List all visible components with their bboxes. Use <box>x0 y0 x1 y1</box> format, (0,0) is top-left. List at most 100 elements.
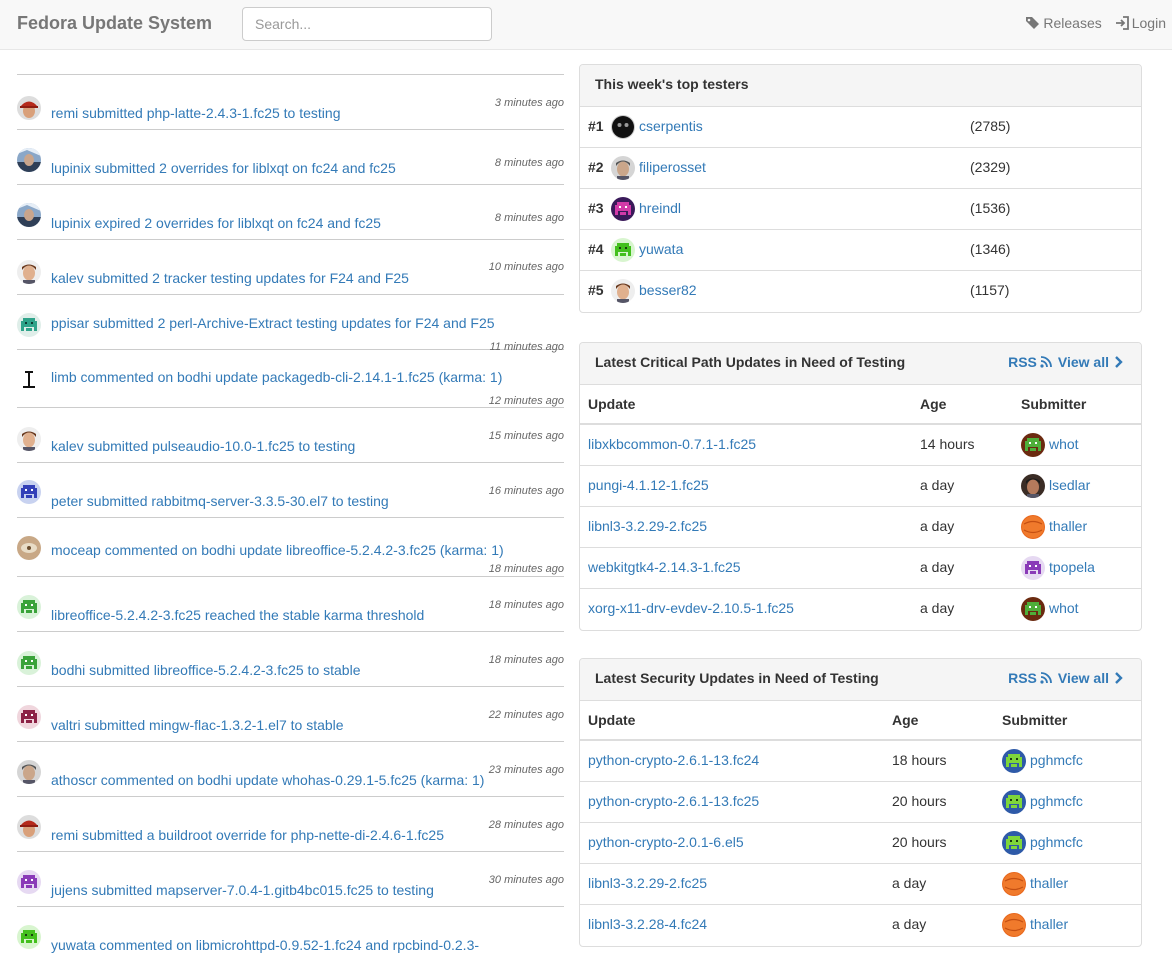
avatar[interactable] <box>1002 913 1026 937</box>
feed-item-text[interactable]: kalev submitted 2 tracker testing update… <box>51 270 409 286</box>
feed-item-text[interactable]: limb commented on bodhi update packagedb… <box>51 369 502 385</box>
avatar[interactable] <box>1002 872 1026 896</box>
security-panel: Latest Security Updates in Need of Testi… <box>579 658 1142 947</box>
feed-item-text[interactable]: ppisar submitted 2 perl-Archive-Extract … <box>51 315 495 331</box>
update-link[interactable]: libnl3-3.2.28-4.fc24 <box>588 916 707 932</box>
feed-item-text[interactable]: bodhi submitted libreoffice-5.2.4.2-3.fc… <box>51 662 360 678</box>
avatar[interactable] <box>17 815 41 839</box>
avatar[interactable] <box>1002 831 1026 855</box>
update-link[interactable]: xorg-x11-drv-evdev-2.10.5-1.fc25 <box>588 600 794 616</box>
submitter-link[interactable]: pghmcfc <box>1030 793 1083 809</box>
view-all-link[interactable]: View all <box>1058 354 1125 370</box>
update-age: 14 hours <box>920 436 975 452</box>
tester-count: (2785) <box>970 118 1011 134</box>
avatar[interactable] <box>17 260 41 284</box>
submitter-link[interactable]: whot <box>1049 436 1079 452</box>
view-all-label: View all <box>1057 354 1109 370</box>
update-link[interactable]: python-crypto-2.6.1-13.fc24 <box>588 752 759 768</box>
submitter-link[interactable]: tpopela <box>1049 559 1095 575</box>
releases-link[interactable]: Releases <box>1025 15 1102 31</box>
rss-label: RSS <box>1008 670 1037 686</box>
feed-item-time: 30 minutes ago <box>488 874 564 886</box>
avatar[interactable] <box>1021 474 1045 498</box>
avatar[interactable] <box>17 870 41 894</box>
avatar[interactable] <box>17 595 41 619</box>
rss-link[interactable]: RSS <box>1008 670 1052 686</box>
update-age: a day <box>920 600 955 616</box>
avatar[interactable] <box>1002 790 1026 814</box>
feed-item-text[interactable]: jujens submitted mapserver-7.0.4-1.gitb4… <box>51 882 434 898</box>
feed-item-text[interactable]: yuwata commented on libmicrohttpd-0.9.52… <box>51 937 479 953</box>
submitter-link[interactable]: thaller <box>1049 518 1087 534</box>
login-icon <box>1115 16 1129 30</box>
feed-item-text[interactable]: remi submitted a buildroot override for … <box>51 827 444 843</box>
avatar[interactable] <box>17 313 41 337</box>
avatar[interactable] <box>17 427 41 451</box>
avatar[interactable] <box>17 368 41 392</box>
feed-item-text[interactable]: libreoffice-5.2.4.2-3.fc25 reached the s… <box>51 607 424 623</box>
submitter-link[interactable]: pghmcfc <box>1030 752 1083 768</box>
avatar[interactable] <box>17 705 41 729</box>
avatar[interactable] <box>17 925 41 949</box>
search-input[interactable] <box>242 7 492 41</box>
tester-count: (2329) <box>970 159 1011 175</box>
avatar[interactable] <box>1021 556 1045 580</box>
update-link[interactable]: python-crypto-2.6.1-13.fc25 <box>588 793 759 809</box>
feed-item-text[interactable]: lupinix expired 2 overrides for liblxqt … <box>51 215 381 231</box>
avatar[interactable] <box>1021 433 1045 457</box>
update-link[interactable]: pungi-4.1.12-1.fc25 <box>588 477 709 493</box>
feed-item-text[interactable]: athoscr commented on bodhi update whohas… <box>51 772 484 788</box>
submitter-link[interactable]: thaller <box>1030 916 1068 932</box>
chevron-right-icon <box>1115 356 1123 368</box>
submitter-link[interactable]: whot <box>1049 600 1079 616</box>
avatar[interactable] <box>17 760 41 784</box>
rss-link[interactable]: RSS <box>1008 354 1052 370</box>
update-link[interactable]: libxkbcommon-0.7.1-1.fc25 <box>588 436 756 452</box>
feed-item-time: 18 minutes ago <box>488 599 564 611</box>
avatar[interactable] <box>17 536 41 560</box>
tester-name-link[interactable]: hreindl <box>639 200 681 216</box>
feed-item: kalev submitted 2 tracker testing update… <box>17 240 564 295</box>
avatar[interactable] <box>17 203 41 227</box>
avatar[interactable] <box>611 279 635 303</box>
avatar[interactable] <box>611 156 635 180</box>
avatar[interactable] <box>1002 749 1026 773</box>
table-row: libxkbcommon-0.7.1-1.fc25 14 hours whot <box>580 425 1141 466</box>
view-all-link[interactable]: View all <box>1058 670 1125 686</box>
avatar[interactable] <box>17 651 41 675</box>
tester-name-link[interactable]: cserpentis <box>639 118 703 134</box>
update-link[interactable]: libnl3-3.2.29-2.fc25 <box>588 518 707 534</box>
submitter-link[interactable]: thaller <box>1030 875 1068 891</box>
tester-name-link[interactable]: besser82 <box>639 282 697 298</box>
avatar[interactable] <box>17 96 41 120</box>
feed-item-text[interactable]: kalev submitted pulseaudio-10.0-1.fc25 t… <box>51 438 355 454</box>
view-all-label: View all <box>1057 670 1109 686</box>
avatar[interactable] <box>1021 515 1045 539</box>
panel-heading: Latest Critical Path Updates in Need of … <box>580 343 1141 385</box>
avatar[interactable] <box>1021 597 1045 621</box>
brand-link[interactable]: Fedora Update System <box>17 13 212 34</box>
feed-item: yuwata commented on libmicrohttpd-0.9.52… <box>17 907 564 961</box>
feed-item-text[interactable]: lupinix submitted 2 overrides for liblxq… <box>51 160 396 176</box>
submitter-link[interactable]: pghmcfc <box>1030 834 1083 850</box>
feed-item: bodhi submitted libreoffice-5.2.4.2-3.fc… <box>17 632 564 687</box>
avatar[interactable] <box>17 148 41 172</box>
update-link[interactable]: libnl3-3.2.29-2.fc25 <box>588 875 707 891</box>
feed-item-text[interactable]: peter submitted rabbitmq-server-3.3.5-30… <box>51 493 389 509</box>
feed-item-text[interactable]: moceap commented on bodhi update libreof… <box>51 542 504 558</box>
tester-rank: #3 <box>588 200 604 216</box>
avatar[interactable] <box>611 115 635 139</box>
submitter-link[interactable]: lsedlar <box>1049 477 1090 493</box>
login-link[interactable]: Login <box>1114 15 1166 31</box>
avatar[interactable] <box>17 480 41 504</box>
feed-item-text[interactable]: valtri submitted mingw-flac-1.3.2-1.el7 … <box>51 717 344 733</box>
update-link[interactable]: python-crypto-2.0.1-6.el5 <box>588 834 744 850</box>
update-link[interactable]: webkitgtk4-2.14.3-1.fc25 <box>588 559 741 575</box>
tester-name-link[interactable]: yuwata <box>639 241 683 257</box>
tester-name-link[interactable]: filiperosset <box>639 159 706 175</box>
avatar[interactable] <box>611 238 635 262</box>
top-testers-list: #1 cserpentis (2785) #2 filiperosset (2329) #3… <box>580 107 1141 312</box>
table-row: python-crypto-2.6.1-13.fc24 18 hours pghmc… <box>580 741 1141 782</box>
avatar[interactable] <box>611 197 635 221</box>
feed-item-text[interactable]: remi submitted php-latte-2.4.3-1.fc25 to… <box>51 105 340 121</box>
